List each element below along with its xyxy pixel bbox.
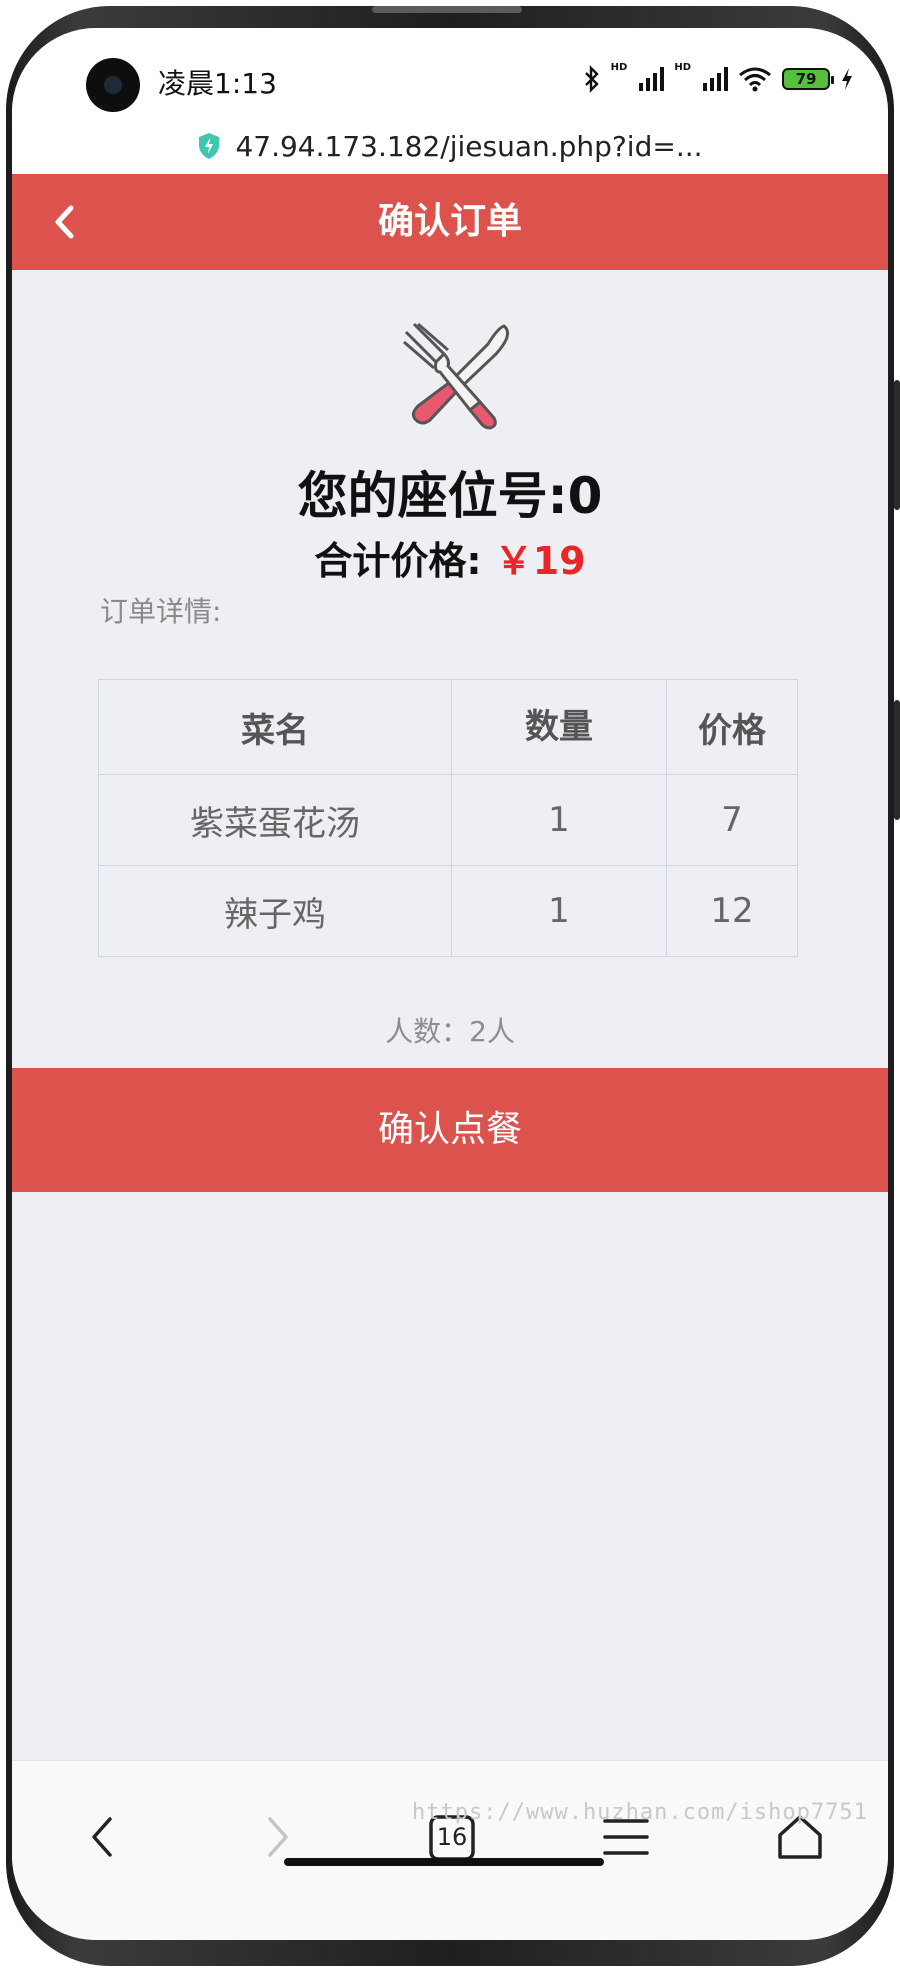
status-icons: HD HD 79 — [583, 62, 854, 96]
order-detail-label: 订单详情: — [100, 595, 222, 628]
front-camera — [86, 58, 140, 112]
signal-icon — [639, 67, 665, 91]
order-table: 菜名 数量 价格 紫菜蛋花汤 1 7 辣子鸡 1 12 — [98, 679, 798, 957]
volume-button — [894, 380, 900, 510]
bluetooth-icon — [584, 65, 599, 93]
people-count: 人数：2人 — [385, 1015, 515, 1048]
shield-icon — [199, 133, 220, 159]
url-bar[interactable]: 47.94.173.182/jiesuan.php?id=... — [12, 114, 888, 178]
phone-bezel: 凌晨1:13 HD HD 79 47.94.173.182/jiesuan.ph… — [0, 0, 900, 1972]
battery-icon: 79 — [782, 68, 834, 90]
dish-price: 7 — [666, 774, 798, 866]
fork-knife-icon — [403, 322, 510, 430]
page-header: 确认订单 — [12, 174, 888, 270]
dish-price: 12 — [666, 865, 798, 957]
dish-name: 辣子鸡 — [98, 865, 452, 957]
phone-screen: 凌晨1:13 HD HD 79 47.94.173.182/jiesuan.ph… — [12, 28, 888, 1940]
hd-badge: HD — [610, 62, 628, 73]
speaker-grille — [372, 6, 522, 13]
back-nav-button[interactable] — [72, 1807, 132, 1867]
dish-name: 紫菜蛋花汤 — [98, 774, 452, 866]
watermark-text: https://www.huzhan.com/ishop7751 — [412, 1800, 868, 1825]
page-title: 确认订单 — [377, 201, 522, 242]
column-header: 数量 — [451, 679, 667, 775]
seat-number: 您的座位号:0 — [297, 467, 603, 525]
column-header: 价格 — [666, 679, 798, 775]
dish-quantity: 1 — [451, 774, 667, 866]
confirm-order-button[interactable]: 确认点餐 — [12, 1068, 888, 1192]
total-price-line: 合计价格: ￥19 — [12, 530, 888, 585]
signal-icon-2 — [703, 67, 728, 91]
browser-bottom-nav: 16 — [12, 1760, 888, 1940]
hd-badge-2: HD — [674, 62, 691, 73]
power-button — [894, 700, 900, 820]
back-icon — [92, 1817, 112, 1857]
total-price: ￥19 — [494, 539, 586, 583]
dish-quantity: 1 — [451, 865, 667, 957]
column-header: 菜名 — [98, 679, 452, 775]
wifi-icon — [739, 67, 771, 92]
home-indicator[interactable] — [284, 1858, 604, 1866]
charging-icon — [842, 68, 852, 90]
table-header-row: 菜名 数量 价格 — [98, 679, 798, 775]
status-time: 凌晨1:13 — [158, 67, 277, 100]
forward-icon — [268, 1817, 288, 1857]
total-label: 合计价格: — [314, 539, 482, 583]
url-text: 47.94.173.182/jiesuan.php?id=... — [235, 129, 703, 163]
table-row: 紫菜蛋花汤 1 7 — [98, 774, 798, 866]
table-row: 辣子鸡 1 12 — [98, 865, 798, 957]
